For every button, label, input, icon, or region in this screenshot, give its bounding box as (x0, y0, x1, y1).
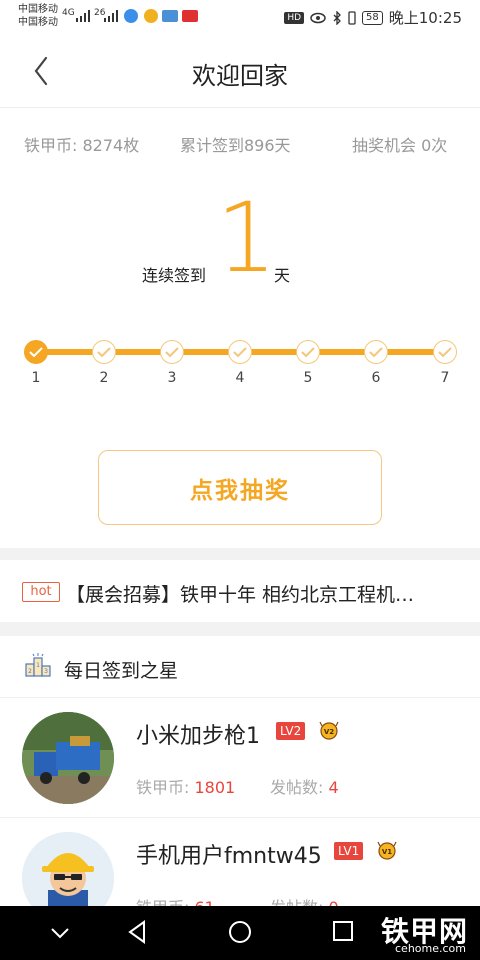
battery-indicator: 58 (362, 10, 383, 25)
carrier-info: 中国移动 中国移动 (18, 3, 58, 29)
nav-recents-icon[interactable] (332, 920, 354, 942)
username: 小米加步枪1 (136, 724, 260, 749)
checkin-day-2-dot (92, 340, 116, 364)
checkin-day-6-dot (364, 340, 388, 364)
status-bar: 中国移动 中国移动 4G 26 HD 58 晚上10:25 (0, 0, 480, 34)
podium-icon: 2 1 3 (25, 653, 51, 677)
hot-news-text: 【展会招募】铁甲十年 相约北京工程机… (66, 584, 415, 606)
nav-back-icon[interactable] (126, 920, 148, 944)
checkin-day-label: 7 (440, 370, 450, 386)
page-title: 欢迎回家 (192, 62, 288, 90)
check-icon (233, 347, 247, 358)
checkin-day-label: 5 (303, 370, 313, 386)
checkin-timeline: 1 2 3 4 5 6 7 (0, 330, 480, 390)
signal-2-icon (104, 10, 118, 22)
svg-text:V2: V2 (324, 728, 334, 736)
level-badge: LV1 (334, 842, 364, 860)
stats-row: 铁甲币: 8274枚 累计签到896天 抽奖机会 0次 (0, 132, 480, 156)
level-badge: LV2 (276, 722, 306, 740)
lottery-chances-stat: 抽奖机会 0次 (352, 136, 448, 155)
header: 欢迎回家 (0, 34, 480, 108)
list-item[interactable]: 小米加步枪1 LV2 V2 铁甲币: 1801 发帖数: 4 (0, 698, 480, 818)
svg-text:V1: V1 (382, 848, 392, 856)
coins-stat: 铁甲币: 1801 (136, 778, 236, 797)
checkin-day-7-dot (433, 340, 457, 364)
check-icon (438, 347, 452, 358)
vip-badge-icon: V1 (377, 841, 397, 860)
section-divider (0, 548, 480, 560)
section-divider (0, 622, 480, 636)
vip-badge-icon: V2 (319, 721, 339, 740)
lottery-button[interactable]: 点我抽奖 (98, 450, 382, 525)
checkin-day-3-dot (160, 340, 184, 364)
avatar-truck-image (22, 712, 114, 804)
coins-stat: 铁甲币: 8274枚 (24, 136, 140, 155)
section-title: 每日签到之星 (64, 660, 179, 682)
check-icon (165, 347, 179, 358)
avatar (22, 712, 114, 804)
carrier-1: 中国移动 (18, 4, 58, 15)
checkin-day-4-dot (228, 340, 252, 364)
clock: 晚上10:25 (388, 9, 462, 27)
check-icon (29, 347, 43, 358)
news-notification-icon (182, 10, 198, 22)
check-icon (97, 347, 111, 358)
browser-notification-icon (144, 9, 158, 23)
posts-stat: 发帖数: 4 (270, 778, 339, 797)
hd-icon: HD (284, 11, 305, 24)
streak-days: 1 (216, 182, 278, 294)
weather-notification-icon (162, 10, 178, 22)
checkin-day-1-dot (24, 340, 48, 364)
checkin-day-label: 2 (99, 370, 109, 386)
hot-badge: hot (22, 582, 60, 602)
total-checkin-stat: 累计签到896天 (180, 136, 291, 155)
check-icon (369, 347, 383, 358)
carrier-2: 中国移动 (18, 17, 58, 28)
watermark-url: cehome.com (395, 942, 466, 955)
chevron-down-icon[interactable] (50, 926, 70, 940)
checkin-day-label: 1 (31, 370, 41, 386)
checkin-day-label: 4 (235, 370, 245, 386)
system-nav-bar: 铁甲网 cehome.com (0, 906, 480, 960)
signal-1-icon (76, 10, 90, 22)
signal-1-label: 4G (62, 8, 75, 18)
eye-icon (310, 12, 326, 23)
hot-news-banner[interactable]: hot 【展会招募】铁甲十年 相约北京工程机… (0, 560, 480, 622)
bluetooth-icon (333, 10, 341, 25)
check-icon (301, 347, 315, 358)
nav-home-icon[interactable] (228, 920, 252, 944)
svg-text:1: 1 (36, 662, 40, 669)
daily-stars-header: 2 1 3 每日签到之星 (0, 636, 480, 698)
streak-label: 连续签到 (142, 266, 207, 285)
vibrate-icon (348, 10, 356, 25)
username: 手机用户fmntw45 (136, 844, 322, 869)
app-notification-icon (124, 9, 138, 23)
svg-text:2: 2 (28, 668, 32, 675)
streak-unit: 天 (274, 266, 291, 285)
svg-text:3: 3 (44, 668, 48, 675)
checkin-day-label: 3 (167, 370, 177, 386)
status-right: HD 58 晚上10:25 (284, 7, 462, 28)
checkin-day-label: 6 (371, 370, 381, 386)
checkin-day-5-dot (296, 340, 320, 364)
